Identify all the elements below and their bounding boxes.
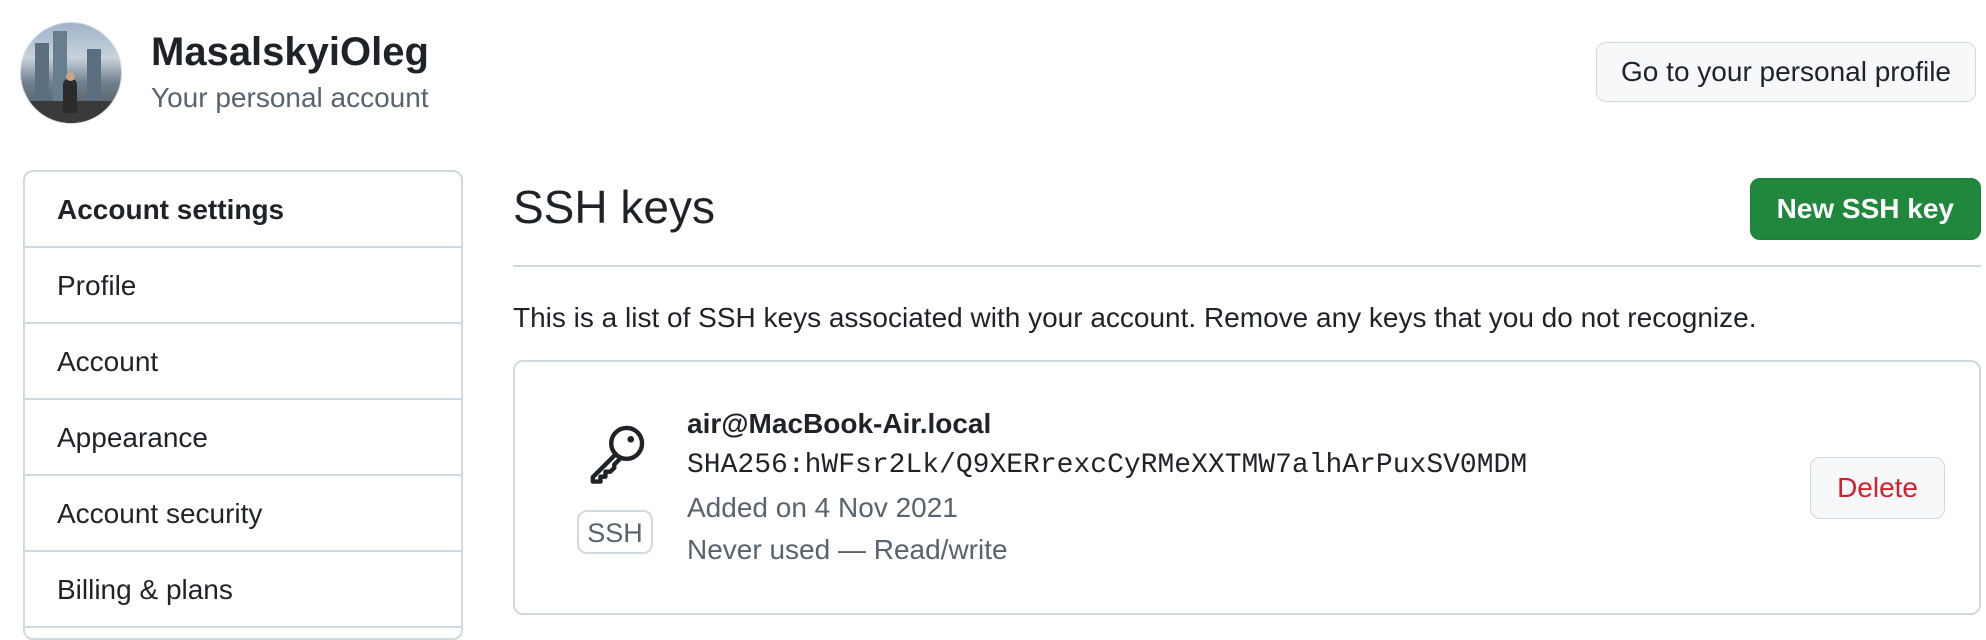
ssh-keys-description: This is a list of SSH keys associated wi…	[513, 302, 1757, 333]
avatar-building	[87, 49, 101, 103]
avatar[interactable]	[20, 22, 122, 124]
page-header: MasalskyiOleg Your personal account Go t…	[20, 22, 1980, 124]
delete-ssh-key-button[interactable]: Delete	[1810, 457, 1945, 519]
username: MasalskyiOleg	[151, 30, 429, 74]
sidebar-item-billing-plans[interactable]: Billing & plans	[25, 552, 461, 628]
ssh-key-usage: Never used — Read/write	[687, 534, 1008, 565]
ssh-key-fingerprint: SHA256:hWFsr2Lk/Q9XERrexcCyRMeXXTMW7alhA…	[687, 450, 1528, 481]
avatar-building	[35, 43, 49, 103]
ssh-key-item: SSH air@MacBook-Air.local SHA256:hWFsr2L…	[513, 360, 1981, 615]
avatar-head	[66, 72, 75, 81]
ssh-badge: SSH	[577, 510, 653, 554]
main-content: SSH keys New SSH key This is a list of S…	[513, 170, 1981, 615]
account-type: Your personal account	[151, 82, 429, 113]
new-ssh-key-button[interactable]: New SSH key	[1749, 178, 1981, 240]
key-icon	[590, 425, 645, 484]
ssh-key-title: air@MacBook-Air.local	[687, 408, 992, 439]
avatar-person	[63, 79, 77, 113]
ssh-keys-settings-page: MasalskyiOleg Your personal account Go t…	[0, 0, 1986, 640]
ssh-key-added-date: Added on 4 Nov 2021	[687, 492, 958, 523]
settings-sidebar: Account settings Profile Account Appeara…	[23, 170, 463, 640]
sidebar-heading: Account settings	[25, 172, 461, 248]
page-title: SSH keys	[513, 181, 715, 233]
go-to-profile-button[interactable]: Go to your personal profile	[1596, 42, 1976, 102]
sidebar-item-account-security[interactable]: Account security	[25, 476, 461, 552]
sidebar-item-appearance[interactable]: Appearance	[25, 400, 461, 476]
sidebar-item-profile[interactable]: Profile	[25, 248, 461, 324]
page-title-row: SSH keys New SSH key	[513, 170, 1981, 267]
sidebar-item-account[interactable]: Account	[25, 324, 461, 400]
